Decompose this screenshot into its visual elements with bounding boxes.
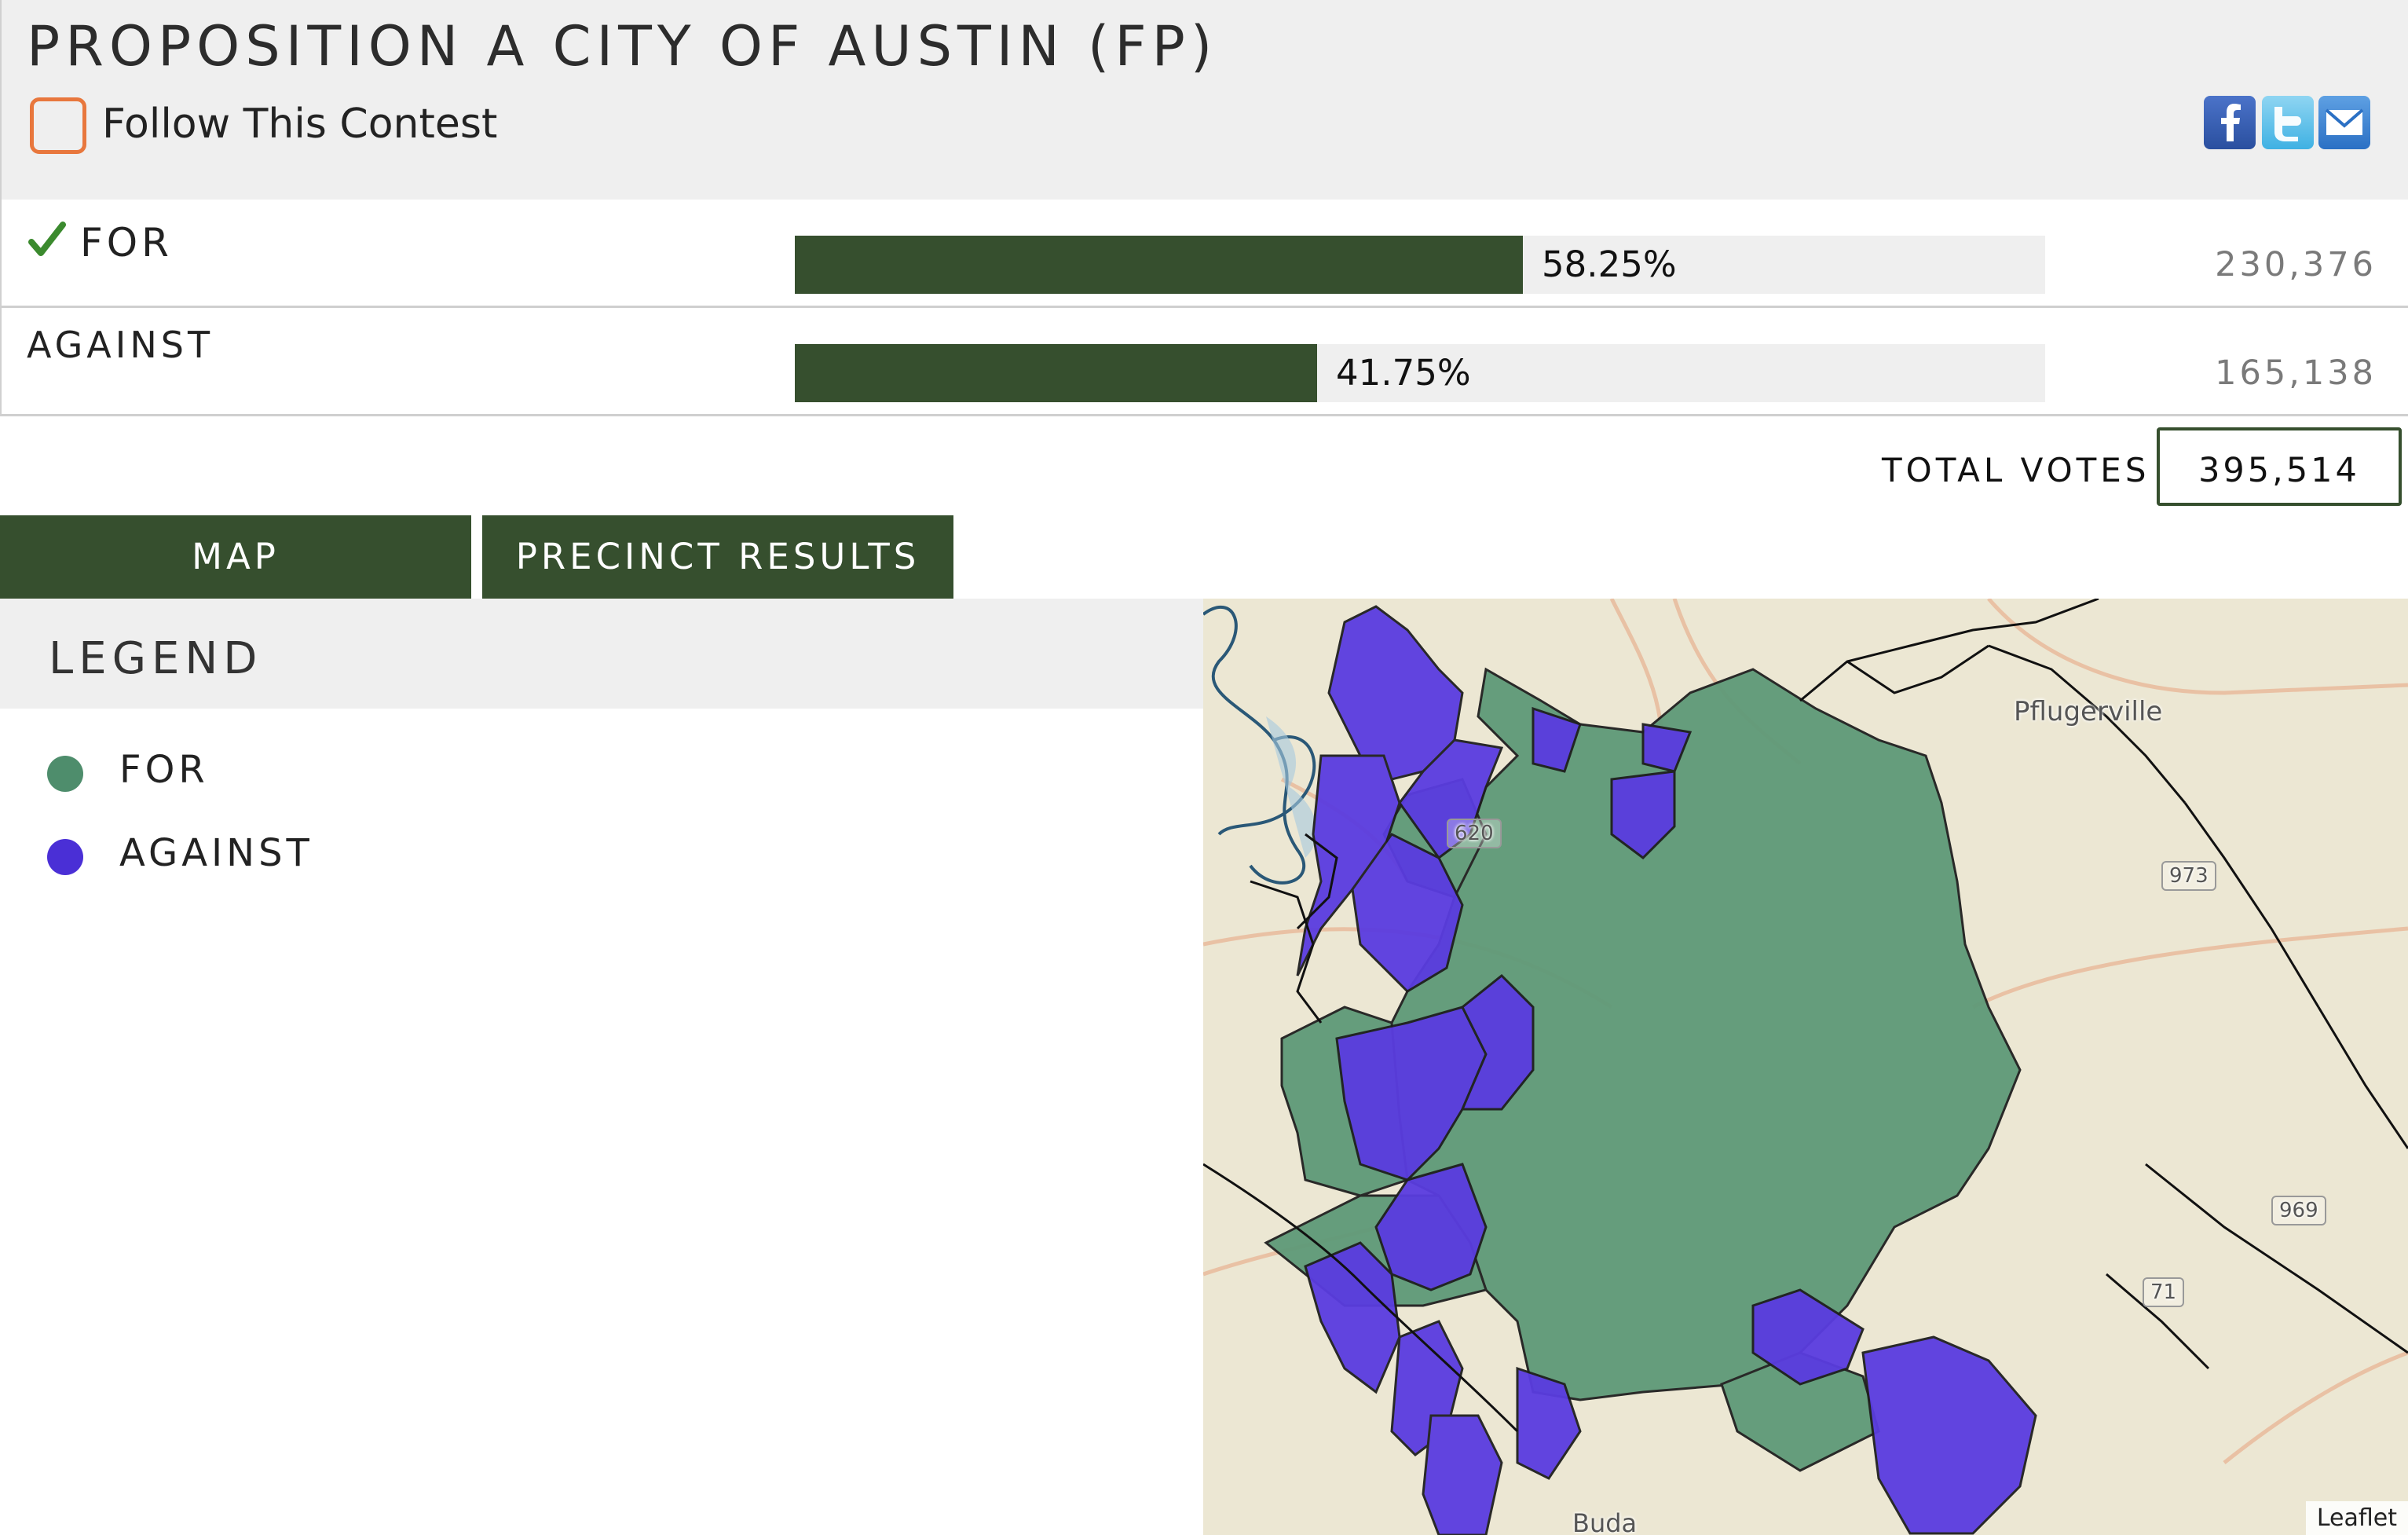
legend-panel: LEGEND FOR AGAINST: [0, 599, 1203, 1535]
tab-precinct-results[interactable]: PRECINCT RESULTS: [482, 515, 953, 599]
checkmark-icon: [28, 222, 66, 256]
map-label-highway-973: 973: [2161, 861, 2216, 891]
result-row-against: AGAINST 41.75% 165,138: [0, 308, 2408, 416]
facebook-icon[interactable]: [2204, 96, 2256, 149]
result-bar-fill: [795, 236, 1523, 294]
result-bar-fill: [795, 344, 1317, 402]
choice-label: AGAINST: [27, 324, 214, 366]
contest-title: PROPOSITION A CITY OF AUSTIN (FP): [27, 14, 1218, 79]
tab-map[interactable]: MAP: [0, 515, 471, 599]
follow-label[interactable]: Follow This Contest: [102, 101, 497, 148]
choice-label: FOR: [80, 220, 173, 266]
legend-dot-for: [47, 756, 83, 792]
total-votes-value: 395,514: [2198, 451, 2360, 490]
legend-label: FOR: [119, 748, 209, 792]
follow-checkbox[interactable]: [30, 97, 86, 154]
total-votes-label: TOTAL VOTES: [1882, 451, 2150, 489]
contest-header: PROPOSITION A CITY OF AUSTIN (FP) Follow…: [0, 0, 2408, 200]
precinct-map[interactable]: Pflugerville Buda 973 969 71 620 Leaflet: [1203, 599, 2408, 1535]
percent-label: 41.75%: [1336, 352, 1471, 394]
vote-count: 230,376: [2215, 245, 2377, 284]
map-label-pflugerville: Pflugerville: [2014, 696, 2163, 727]
map-label-buda: Buda: [1572, 1508, 1638, 1535]
total-votes-box: 395,514: [2157, 427, 2402, 506]
map-canvas[interactable]: [1203, 599, 2408, 1535]
map-label-highway-620: 620: [1447, 819, 1502, 848]
result-bar-track: [795, 236, 2045, 294]
vote-count: 165,138: [2215, 354, 2377, 393]
map-label-highway-71: 71: [2143, 1277, 2185, 1307]
legend-dot-against: [47, 839, 83, 875]
basemap-water: [1203, 605, 1316, 885]
legend-label: AGAINST: [119, 831, 313, 875]
leaflet-attribution[interactable]: Leaflet: [2305, 1501, 2408, 1535]
email-icon[interactable]: [2318, 96, 2370, 149]
legend-header: LEGEND: [0, 599, 1203, 709]
percent-label: 58.25%: [1542, 244, 1677, 285]
result-row-for: FOR 58.25% 230,376: [0, 200, 2408, 308]
map-label-highway-969: 969: [2271, 1196, 2326, 1225]
twitter-icon[interactable]: [2262, 96, 2314, 149]
legend-title: LEGEND: [49, 633, 263, 684]
